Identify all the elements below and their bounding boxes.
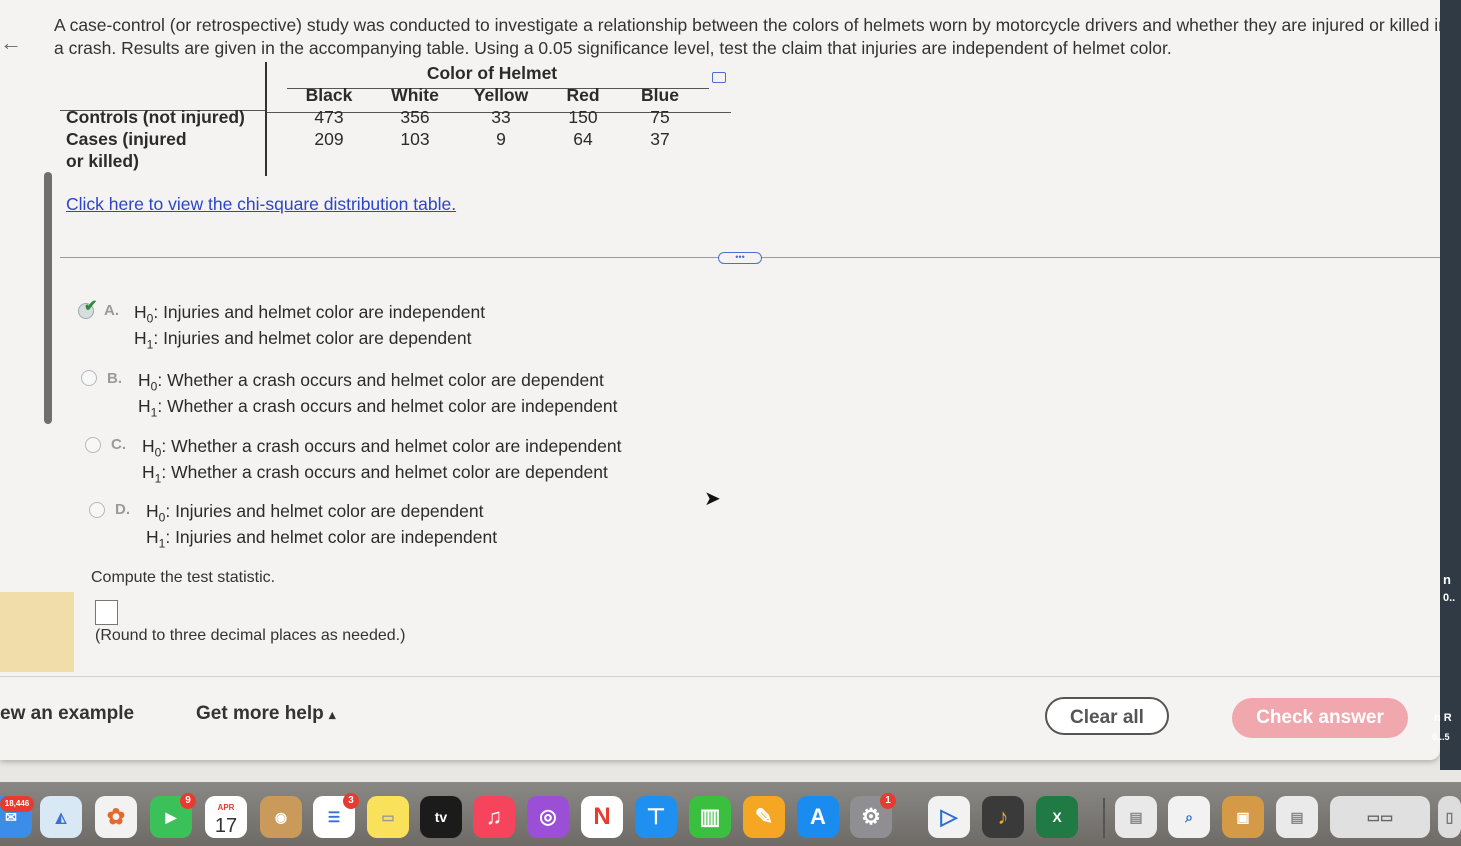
- table-cell: 356: [400, 106, 430, 127]
- chi-square-table-link[interactable]: Click here to view the chi-square distri…: [66, 194, 456, 215]
- column-header: Yellow: [473, 84, 529, 105]
- clear-all-button[interactable]: Clear all: [1045, 697, 1169, 735]
- row-label-controls: Controls (not injured): [66, 106, 245, 127]
- column-header: White: [391, 84, 439, 105]
- table-cell: 103: [400, 128, 430, 149]
- option-letter: A.: [104, 302, 119, 319]
- alt-hypothesis: H1: Injuries and helmet color are depend…: [134, 328, 472, 352]
- table-cell: 9: [496, 128, 506, 149]
- file-icon[interactable]: ▤: [1276, 796, 1318, 838]
- dock-separator: [1103, 798, 1105, 838]
- row-label-cases-cont: or killed): [66, 150, 139, 171]
- check-answer-button[interactable]: Check answer: [1232, 698, 1408, 738]
- garageband-icon[interactable]: ♪: [982, 796, 1024, 838]
- quicktime-icon[interactable]: ▷: [928, 796, 970, 838]
- table-cell: 75: [650, 106, 670, 127]
- music-icon[interactable]: ♫: [473, 796, 515, 838]
- table-cell: 473: [314, 106, 344, 127]
- test-statistic-input[interactable]: [95, 600, 118, 625]
- option-letter: D.: [115, 501, 130, 518]
- compute-label: Compute the test statistic.: [91, 569, 276, 586]
- back-arrow-icon[interactable]: ←: [0, 30, 22, 56]
- alt-hypothesis: H1: Injuries and helmet color are indepe…: [146, 527, 498, 551]
- radio-button[interactable]: [85, 437, 101, 453]
- rounding-note: (Round to three decimal places as needed…: [95, 627, 406, 644]
- table-cell: 37: [650, 128, 670, 149]
- keynote-icon[interactable]: ⊤: [635, 796, 677, 838]
- resize-handle[interactable]: •••: [718, 252, 762, 264]
- option-letter: B.: [107, 370, 122, 387]
- get-more-help-button[interactable]: Get more help ▴: [196, 703, 336, 725]
- footer-divider: [0, 676, 1440, 677]
- preview-icon[interactable]: ⌕: [1168, 796, 1210, 838]
- facetime-badge: 9: [180, 793, 196, 809]
- adjacent-window-edge: n 0.. n R 0...5: [1432, 0, 1461, 770]
- view-example-link[interactable]: ew an example: [0, 703, 134, 725]
- question-prompt: A case-control (or retrospective) study …: [54, 15, 1448, 58]
- alt-hypothesis: H1: Whether a crash occurs and helmet co…: [138, 396, 618, 420]
- app-store-icon[interactable]: A: [797, 796, 839, 838]
- mouse-cursor-icon: ➤: [704, 488, 721, 510]
- trash-icon[interactable]: ▯: [1438, 796, 1461, 838]
- table-cell: 64: [573, 128, 593, 149]
- alt-hypothesis: H1: Whether a crash occurs and helmet co…: [142, 462, 608, 486]
- archive-icon[interactable]: ▣: [1222, 796, 1264, 838]
- assignment-page: ← A case-control (or retrospective) stud…: [0, 0, 1460, 760]
- reminders-badge: 3: [343, 793, 359, 809]
- document-icon[interactable]: ▤: [1115, 796, 1157, 838]
- column-header: Black: [305, 84, 353, 105]
- mail-badge: 18,446: [0, 796, 34, 812]
- checkmark-icon: ✔: [84, 298, 98, 315]
- podcasts-icon[interactable]: ◎: [527, 796, 569, 838]
- settings-badge: 1: [880, 793, 896, 809]
- radio-button[interactable]: [89, 502, 105, 518]
- expand-table-icon[interactable]: [712, 72, 726, 83]
- calendar-icon[interactable]: APR 17: [205, 796, 247, 838]
- scrollbar[interactable]: [44, 172, 52, 424]
- news-icon[interactable]: N: [581, 796, 623, 838]
- screenshot-stack-icon[interactable]: ▭▭: [1330, 796, 1430, 838]
- table-cell: 150: [568, 106, 598, 127]
- table-cell: 209: [314, 128, 344, 149]
- excel-icon[interactable]: X: [1036, 796, 1078, 838]
- option-letter: C.: [111, 436, 126, 453]
- column-header: Red: [566, 84, 600, 105]
- table-cell: 33: [491, 106, 511, 127]
- numbers-icon[interactable]: ▥: [689, 796, 731, 838]
- row-label-cases: Cases (injured: [66, 128, 187, 149]
- photos-icon[interactable]: ✿: [95, 796, 137, 838]
- notes-icon[interactable]: ▭: [367, 796, 409, 838]
- helmet-data-table: Color of Helmet Black White Yellow Red B…: [56, 62, 698, 172]
- caret-up-icon: ▴: [329, 707, 336, 722]
- radio-button[interactable]: [81, 370, 97, 386]
- column-header: Blue: [641, 84, 679, 105]
- apple-tv-icon[interactable]: tv: [420, 796, 462, 838]
- answer-highlight-strip: [0, 592, 74, 672]
- contacts-icon[interactable]: ◉: [260, 796, 302, 838]
- maps-icon[interactable]: ◭: [40, 796, 82, 838]
- pages-icon[interactable]: ✎: [743, 796, 785, 838]
- table-group-header: Color of Helmet: [426, 62, 558, 83]
